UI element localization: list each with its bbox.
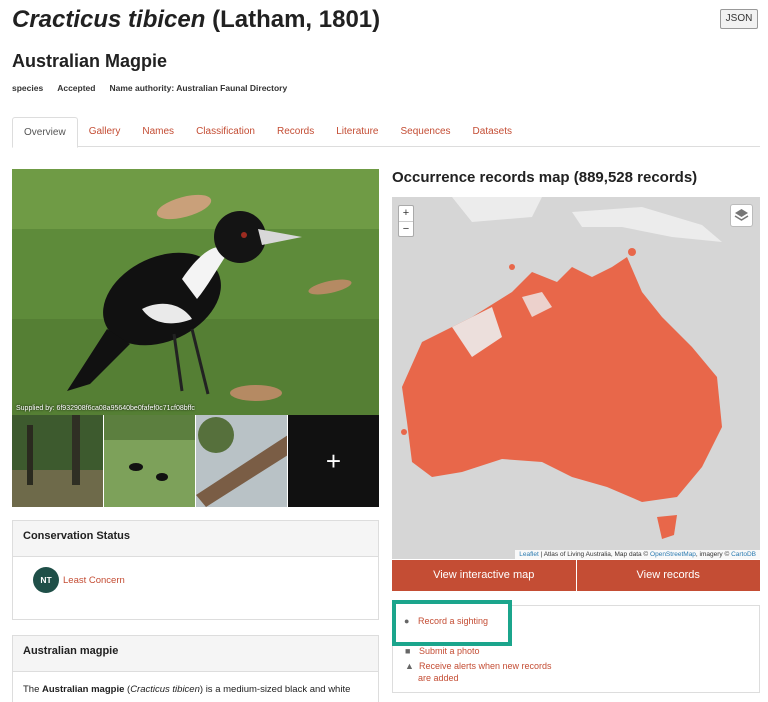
tab-datasets[interactable]: Datasets [462, 117, 523, 147]
scientific-name: Cracticus tibicen [12, 6, 206, 33]
map-attribution: Leaflet | Atlas of Living Australia, Map… [515, 550, 760, 559]
zoom-control: + − [398, 205, 414, 237]
gallery-thumbnails: + [12, 415, 379, 507]
description-panel: Australian magpie The Australian magpie … [12, 635, 379, 702]
alerts-label: Receive alerts when new records [419, 661, 552, 671]
camera-icon: ■ [405, 646, 411, 656]
alerts-label-continued: are added [418, 673, 459, 683]
submit-photo-label: Submit a photo [419, 646, 480, 656]
alerts-line: ▲ Receive alerts when new records [405, 661, 552, 671]
conservation-panel: Conservation Status NT Least Concern [12, 520, 379, 620]
record-sighting-label: Record a sighting [418, 616, 489, 626]
description-text-part: ) is a medium-sized black and white [199, 684, 351, 695]
species-author: (Latham, 1801) [205, 6, 381, 33]
description-italic-name: Cracticus tibicen [130, 684, 200, 695]
description-heading: Australian magpie [13, 636, 378, 672]
gallery-thumbnail[interactable] [196, 415, 287, 507]
page-header: Cracticus tibicen (Latham, 1801) JSON [12, 6, 758, 36]
main-species-photo[interactable]: Supplied by: 6f932908f6ca08a95640be0fafe… [12, 169, 379, 415]
status-label: Accepted [57, 83, 96, 93]
openstreetmap-link[interactable]: OpenStreetMap [650, 551, 696, 558]
bell-icon: ▲ [405, 661, 414, 671]
alerts-link[interactable]: ▲ Receive alerts when new records are ad… [405, 661, 552, 683]
page-title: Cracticus tibicen (Latham, 1801) [12, 6, 380, 34]
photo-credit: Supplied by: 6f932908f6ca08a95640be0fafe… [16, 405, 195, 412]
rank-label: species [12, 83, 44, 93]
more-photos-button[interactable]: + [288, 415, 379, 507]
tab-bar: Overview Gallery Names Classification Re… [12, 117, 760, 148]
view-interactive-map-button[interactable]: View interactive map [392, 560, 576, 591]
leaflet-link[interactable]: Leaflet [519, 551, 539, 558]
layers-icon[interactable] [730, 204, 753, 227]
tab-literature[interactable]: Literature [325, 117, 389, 147]
conservation-body: NT Least Concern [13, 557, 378, 619]
conservation-status-link[interactable]: Least Concern [63, 575, 125, 586]
conservation-heading: Conservation Status [13, 521, 378, 557]
gallery-thumbnail[interactable] [12, 415, 103, 507]
submit-photo-link[interactable]: ■ Submit a photo [405, 646, 480, 656]
tab-overview[interactable]: Overview [12, 117, 78, 148]
magpie-photo-image [12, 169, 379, 415]
conservation-badge: NT [33, 567, 59, 593]
map-canvas [392, 197, 760, 559]
tab-names[interactable]: Names [131, 117, 185, 147]
zoom-in-button[interactable]: + [399, 206, 413, 221]
view-records-button[interactable]: View records [576, 560, 760, 591]
map-buttons: View interactive map View records [392, 560, 760, 591]
record-sighting-link[interactable]: ● Record a sighting [404, 616, 488, 626]
magpie-tree-thumbnail-image [196, 415, 287, 507]
name-authority-label: Name authority: Australian Faunal Direct… [109, 83, 288, 93]
cartodb-link[interactable]: CartoDB [731, 551, 756, 558]
tab-classification[interactable]: Classification [185, 117, 266, 147]
layers-icon-glyph [734, 209, 749, 221]
attribution-text: , imagery © [695, 551, 732, 558]
tab-sequences[interactable]: Sequences [389, 117, 461, 147]
common-name: Australian Magpie [12, 51, 168, 71]
record-sighting-highlight: ● Record a sighting [392, 600, 512, 646]
map-marker-icon: ● [404, 616, 410, 626]
zoom-out-button[interactable]: − [399, 221, 413, 236]
taxon-meta: species Accepted Name authority: Austral… [12, 83, 287, 93]
json-button[interactable]: JSON [720, 9, 758, 29]
map-title: Occurrence records map (889,528 records) [392, 169, 698, 186]
trees-thumbnail-image [12, 415, 103, 507]
description-text: The Australian magpie (Cracticus tibicen… [13, 672, 378, 702]
tab-records[interactable]: Records [266, 117, 325, 147]
gallery-thumbnail[interactable] [104, 415, 195, 507]
description-text-part: The [23, 684, 43, 695]
description-bold-name: Australian magpie [42, 684, 125, 695]
attribution-text: | Atlas of Living Australia, Map data © [538, 551, 651, 558]
tab-gallery[interactable]: Gallery [78, 117, 132, 147]
magpies-lawn-thumbnail-image [104, 415, 195, 507]
occurrence-map[interactable]: + − Leaflet | Atlas of Living Australia,… [392, 197, 760, 559]
